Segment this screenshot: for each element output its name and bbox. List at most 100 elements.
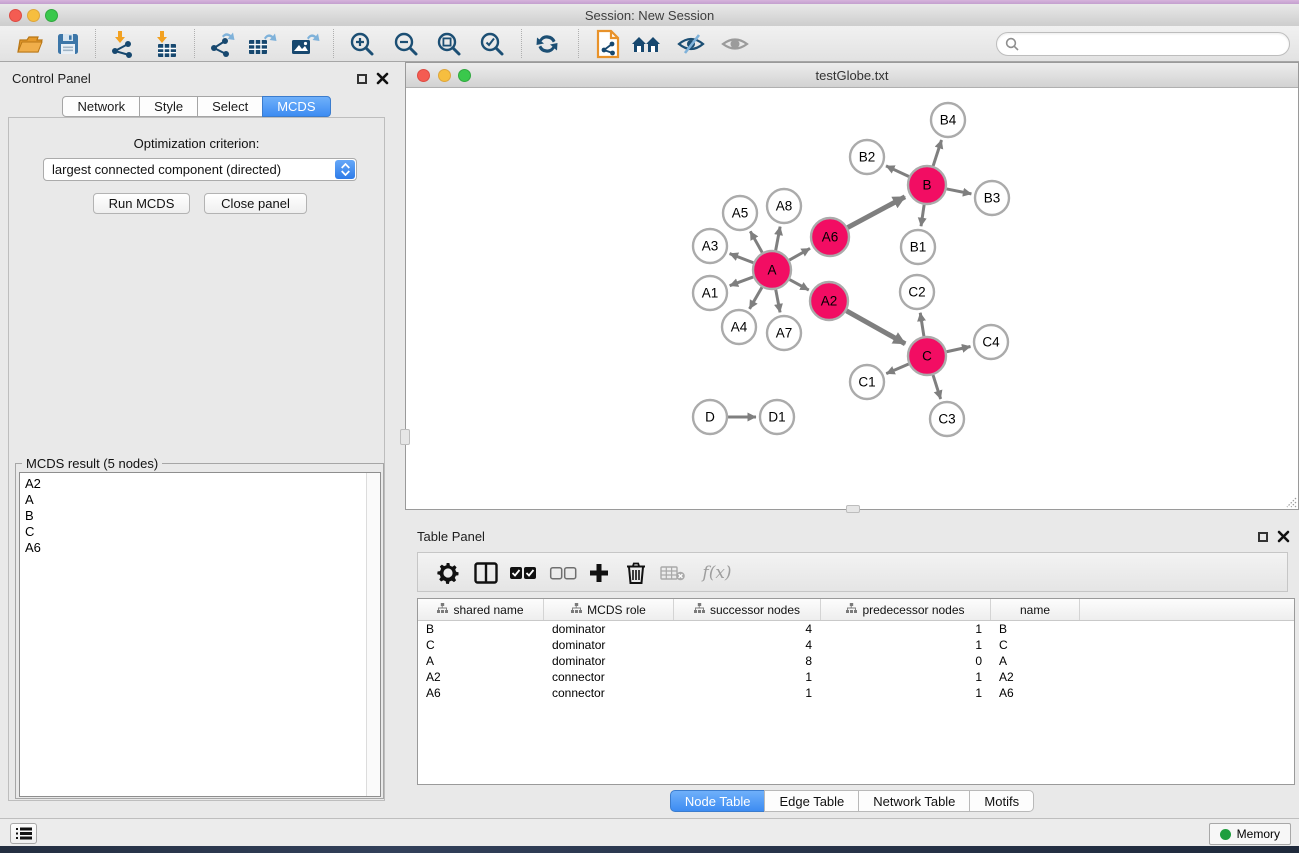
memory-button[interactable]: Memory [1209, 823, 1291, 845]
float-panel-icon[interactable] [357, 74, 367, 84]
open-session-icon[interactable] [13, 28, 47, 60]
zoom-fit-icon[interactable] [432, 28, 466, 60]
table-options-gear-icon[interactable] [432, 557, 464, 589]
export-image-icon[interactable] [288, 28, 322, 60]
graph-edge-B-B4[interactable] [933, 140, 941, 166]
table-cell[interactable]: 1 [674, 685, 821, 701]
search-field[interactable] [996, 32, 1290, 56]
graph-node-A5[interactable]: A5 [723, 196, 757, 230]
table-cell[interactable]: A2 [418, 669, 544, 685]
graph-node-B4[interactable]: B4 [931, 103, 965, 137]
save-session-icon[interactable] [51, 28, 85, 60]
result-list-item[interactable]: A [20, 492, 380, 508]
column-header-name[interactable]: name [991, 599, 1080, 620]
hide-selected-eye-icon[interactable] [674, 28, 708, 60]
table-cell[interactable]: dominator [544, 621, 674, 637]
column-header-shared-name[interactable]: shared name [418, 599, 544, 620]
show-all-eye-icon[interactable] [718, 28, 752, 60]
graph-node-C1[interactable]: C1 [850, 365, 884, 399]
table-row[interactable]: Bdominator41B [418, 621, 1294, 637]
column-header-predecessor-nodes[interactable]: predecessor nodes [821, 599, 991, 620]
graph-edge-A-A5[interactable] [750, 231, 762, 252]
export-table-icon[interactable] [245, 28, 279, 60]
graph-edge-B-B2[interactable] [886, 166, 909, 177]
table-cell[interactable]: 1 [821, 685, 991, 701]
table-cell[interactable]: 1 [674, 669, 821, 685]
graph-edge-A-A7[interactable] [776, 290, 780, 313]
graph-edge-A-A6[interactable] [789, 248, 810, 260]
graph-edge-B-B1[interactable] [921, 205, 924, 226]
function-builder-icon[interactable]: f(x) [695, 557, 739, 589]
table-row[interactable]: A6connector11A6 [418, 685, 1294, 701]
table-cell[interactable]: 1 [821, 637, 991, 653]
table-cell[interactable]: C [991, 637, 1080, 653]
network-canvas[interactable]: B4B2BB3A8A5A6A3B1AA1C2A2A4A7C4CC1C3DD1 [406, 88, 1298, 509]
float-table-panel-icon[interactable] [1258, 532, 1268, 542]
result-list-item[interactable]: A2 [20, 476, 380, 492]
table-cell[interactable]: 1 [821, 669, 991, 685]
zoom-out-icon[interactable] [389, 28, 423, 60]
graph-node-D[interactable]: D [693, 400, 727, 434]
add-column-icon[interactable] [583, 557, 615, 589]
apply-layout-icon[interactable] [530, 28, 564, 60]
table-row[interactable]: Adominator80A [418, 653, 1294, 669]
import-network-icon[interactable] [105, 28, 139, 60]
result-list-item[interactable]: B [20, 508, 380, 524]
table-cell[interactable]: 4 [674, 637, 821, 653]
graph-node-B1[interactable]: B1 [901, 230, 935, 264]
zoom-selected-icon[interactable] [475, 28, 509, 60]
graph-edge-A-A4[interactable] [750, 287, 762, 309]
graph-edge-C-C2[interactable] [920, 313, 924, 336]
table-cell[interactable]: B [991, 621, 1080, 637]
table-cell[interactable]: 1 [821, 621, 991, 637]
network-window-titlebar[interactable]: testGlobe.txt [406, 63, 1298, 88]
resize-grip-icon[interactable] [1285, 496, 1297, 508]
table-cell[interactable]: C [418, 637, 544, 653]
tab-network[interactable]: Network [62, 96, 140, 117]
graph-node-A8[interactable]: A8 [767, 189, 801, 223]
table-cell[interactable]: A [991, 653, 1080, 669]
tab-network-table[interactable]: Network Table [858, 790, 970, 812]
graph-node-D1[interactable]: D1 [760, 400, 794, 434]
tab-node-table[interactable]: Node Table [670, 790, 766, 812]
zoom-in-icon[interactable] [345, 28, 379, 60]
splitter-handle[interactable] [400, 429, 410, 445]
graph-edge-C-C3[interactable] [933, 375, 941, 399]
graph-node-B3[interactable]: B3 [975, 181, 1009, 215]
table-cell[interactable]: 0 [821, 653, 991, 669]
graph-edge-A-A1[interactable] [730, 277, 754, 286]
graph-edge-A2-C[interactable] [846, 311, 905, 344]
export-network-icon[interactable] [205, 28, 239, 60]
task-history-button[interactable] [10, 823, 37, 844]
optimization-criterion-dropdown[interactable]: largest connected component (directed) [43, 158, 357, 181]
splitter-handle[interactable] [846, 505, 860, 513]
table-row[interactable]: Cdominator41C [418, 637, 1294, 653]
graph-edge-C-C1[interactable] [886, 364, 908, 374]
tab-edge-table[interactable]: Edge Table [764, 790, 859, 812]
table-cell[interactable]: A6 [991, 685, 1080, 701]
graph-node-A2[interactable]: A2 [810, 282, 848, 320]
table-cell[interactable]: 4 [674, 621, 821, 637]
table-cell[interactable]: dominator [544, 653, 674, 669]
graph-edge-C-C4[interactable] [947, 346, 971, 351]
close-panel-icon[interactable] [376, 72, 389, 85]
delete-table-icon[interactable] [657, 557, 689, 589]
table-cell[interactable]: B [418, 621, 544, 637]
new-network-from-selection-icon[interactable] [591, 28, 625, 60]
column-manager-icon[interactable] [470, 557, 502, 589]
tab-mcds[interactable]: MCDS [262, 96, 330, 117]
graph-node-A4[interactable]: A4 [722, 310, 756, 344]
graph-node-C4[interactable]: C4 [974, 325, 1008, 359]
column-header-successor-nodes[interactable]: successor nodes [674, 599, 821, 620]
result-list-item[interactable]: C [20, 524, 380, 540]
graph-edge-B-B3[interactable] [947, 189, 972, 194]
graph-node-B2[interactable]: B2 [850, 140, 884, 174]
delete-column-trash-icon[interactable] [620, 557, 652, 589]
graph-node-A[interactable]: A [753, 251, 791, 289]
graph-node-A6[interactable]: A6 [811, 218, 849, 256]
graph-node-A1[interactable]: A1 [693, 276, 727, 310]
run-mcds-button[interactable]: Run MCDS [93, 193, 190, 214]
table-cell[interactable]: A2 [991, 669, 1080, 685]
table-cell[interactable]: 8 [674, 653, 821, 669]
show-hide-panels-icon[interactable] [630, 28, 664, 60]
